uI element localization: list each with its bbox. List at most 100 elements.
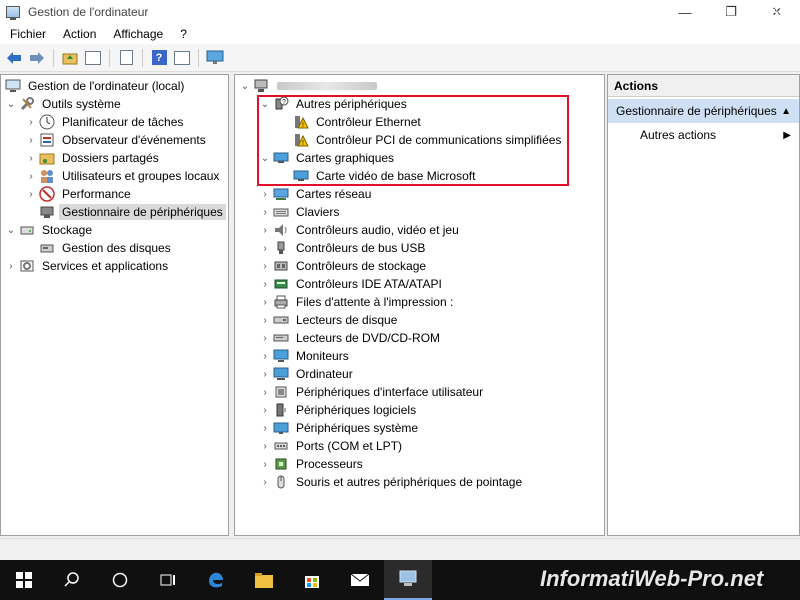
device-category[interactable]: › Claviers <box>259 203 342 221</box>
task-view-button[interactable] <box>144 560 192 600</box>
chevron-right-icon[interactable]: › <box>259 419 271 437</box>
tree-root[interactable]: Gestion de l'ordinateur (local) <box>3 77 187 95</box>
chevron-right-icon[interactable]: › <box>25 131 37 149</box>
tree-dossiers-partages[interactable]: › Dossiers partagés <box>25 149 162 167</box>
chevron-down-icon[interactable]: ⌄ <box>5 221 17 239</box>
up-level-button[interactable] <box>60 48 80 68</box>
tree-planificateur-label: Planificateur de tâches <box>62 115 184 129</box>
tree-gestionnaire-peripheriques[interactable]: Gestionnaire de périphériques <box>25 203 226 221</box>
chevron-right-icon[interactable]: › <box>25 185 37 203</box>
device-category[interactable]: › Contrôleurs audio, vidéo et jeu <box>259 221 462 239</box>
port-icon <box>273 438 289 454</box>
actions-section[interactable]: Gestionnaire de périphériques ▲ <box>608 99 799 123</box>
tree-performance[interactable]: › Performance <box>25 185 134 203</box>
chevron-right-icon[interactable]: › <box>25 113 37 131</box>
device-category[interactable]: › Lecteurs de DVD/CD-ROM <box>259 329 443 347</box>
device-carte-video[interactable]: Carte vidéo de base Microsoft <box>279 167 478 185</box>
tree-services[interactable]: › Services et applications <box>5 257 171 275</box>
scan-hardware-button[interactable] <box>205 48 225 68</box>
device-category[interactable]: › Contrôleurs IDE ATA/ATAPI <box>259 275 445 293</box>
chevron-right-icon[interactable]: › <box>259 221 271 239</box>
tree-planificateur[interactable]: › Planificateur de tâches <box>25 113 186 131</box>
chevron-right-icon[interactable]: › <box>25 149 37 167</box>
chevron-right-icon[interactable]: › <box>25 167 37 185</box>
chevron-right-icon[interactable]: › <box>259 347 271 365</box>
chevron-down-icon[interactable]: ⌄ <box>5 95 17 113</box>
clock[interactable]: 15:43 20-11-23 <box>747 3 794 35</box>
menu-affichage[interactable]: Affichage <box>103 27 170 41</box>
tree-observateur-label: Observateur d'événements <box>62 133 206 147</box>
warning-device-icon: ! <box>293 132 309 148</box>
start-button[interactable] <box>0 560 48 600</box>
show-action-pane-button[interactable] <box>172 48 192 68</box>
tree-stockage[interactable]: ⌄ Stockage <box>5 221 95 239</box>
device-category[interactable]: › Périphériques logiciels <box>259 401 419 419</box>
chevron-right-icon[interactable]: › <box>259 455 271 473</box>
tree-observateur[interactable]: › Observateur d'événements <box>25 131 209 149</box>
back-button[interactable] <box>4 48 24 68</box>
chevron-down-icon[interactable]: ⌄ <box>239 77 251 95</box>
collapse-triangle-icon[interactable]: ▲ <box>781 106 791 117</box>
tree-utilisateurs-label: Utilisateurs et groupes locaux <box>62 169 220 183</box>
device-category[interactable]: › Processeurs <box>259 455 366 473</box>
chevron-right-icon[interactable]: › <box>259 257 271 275</box>
device-autres-peripheriques[interactable]: ⌄ ? Autres périphériques <box>259 95 410 113</box>
users-icon <box>39 168 55 184</box>
autres-actions[interactable]: Autres actions ▶ <box>608 123 799 147</box>
device-category[interactable]: › Moniteurs <box>259 347 352 365</box>
chevron-right-icon[interactable]: › <box>259 203 271 221</box>
show-tree-button[interactable] <box>83 48 103 68</box>
device-category[interactable]: › Ports (COM et LPT) <box>259 437 405 455</box>
device-category[interactable]: › Ordinateur <box>259 365 356 383</box>
device-category[interactable]: › Périphériques système <box>259 419 421 437</box>
tree-outils-systeme[interactable]: ⌄ Outils système <box>5 95 124 113</box>
forward-button[interactable] <box>27 48 47 68</box>
mouse-icon <box>273 474 289 490</box>
chevron-down-icon[interactable]: ⌄ <box>259 95 271 113</box>
device-category[interactable]: › Contrôleurs de bus USB <box>259 239 428 257</box>
menu-fichier[interactable]: Fichier <box>0 27 53 41</box>
chevron-right-icon[interactable]: › <box>259 473 271 491</box>
minimize-button[interactable]: — <box>662 0 708 24</box>
tree-utilisateurs[interactable]: › Utilisateurs et groupes locaux <box>25 167 222 185</box>
chevron-right-icon[interactable]: › <box>259 311 271 329</box>
device-category[interactable]: › Cartes réseau <box>259 185 374 203</box>
tree-gestion-disques[interactable]: Gestion des disques <box>25 239 174 257</box>
chevron-right-icon[interactable]: › <box>259 437 271 455</box>
file-explorer-button[interactable] <box>240 560 288 600</box>
search-button[interactable] <box>48 560 96 600</box>
device-tree-computer[interactable]: ⌄ <box>239 77 377 95</box>
chevron-right-icon[interactable]: › <box>259 239 271 257</box>
store-button[interactable] <box>288 560 336 600</box>
menu-action[interactable]: Action <box>53 27 103 41</box>
chevron-right-icon[interactable]: › <box>5 257 17 275</box>
chevron-right-icon[interactable]: › <box>259 329 271 347</box>
chevron-right-icon[interactable]: › <box>259 275 271 293</box>
device-category-label: Ports (COM et LPT) <box>296 439 403 453</box>
device-category[interactable]: › Contrôleurs de stockage <box>259 257 429 275</box>
mail-button[interactable] <box>336 560 384 600</box>
processor-icon <box>273 456 289 472</box>
export-list-button[interactable] <box>116 48 136 68</box>
computer-management-task-button[interactable] <box>384 560 432 600</box>
device-category[interactable]: › Périphériques d'interface utilisateur <box>259 383 486 401</box>
chevron-right-icon[interactable]: › <box>259 383 271 401</box>
device-controleur-ethernet[interactable]: ! Contrôleur Ethernet <box>279 113 424 131</box>
edge-button[interactable] <box>192 560 240 600</box>
tools-icon <box>19 96 35 112</box>
action-pane-icon <box>174 50 190 65</box>
menu-help[interactable]: ? <box>170 27 194 41</box>
device-category[interactable]: › Lecteurs de disque <box>259 311 400 329</box>
device-cartes-graphiques[interactable]: ⌄ Cartes graphiques <box>259 149 397 167</box>
chevron-right-icon[interactable]: › <box>259 365 271 383</box>
chevron-right-icon[interactable]: › <box>259 401 271 419</box>
chevron-right-icon[interactable]: › <box>259 293 271 311</box>
device-category[interactable]: › Files d'attente à l'impression : <box>259 293 456 311</box>
chevron-right-icon[interactable]: › <box>259 185 271 203</box>
tree-stockage-label: Stockage <box>42 223 93 237</box>
device-category[interactable]: › Souris et autres périphériques de point… <box>259 473 525 491</box>
device-controleur-pci[interactable]: ! Contrôleur PCI de communications simpl… <box>279 131 564 149</box>
cortana-button[interactable] <box>96 560 144 600</box>
help-button[interactable]: ? <box>149 48 169 68</box>
chevron-down-icon[interactable]: ⌄ <box>259 149 271 167</box>
